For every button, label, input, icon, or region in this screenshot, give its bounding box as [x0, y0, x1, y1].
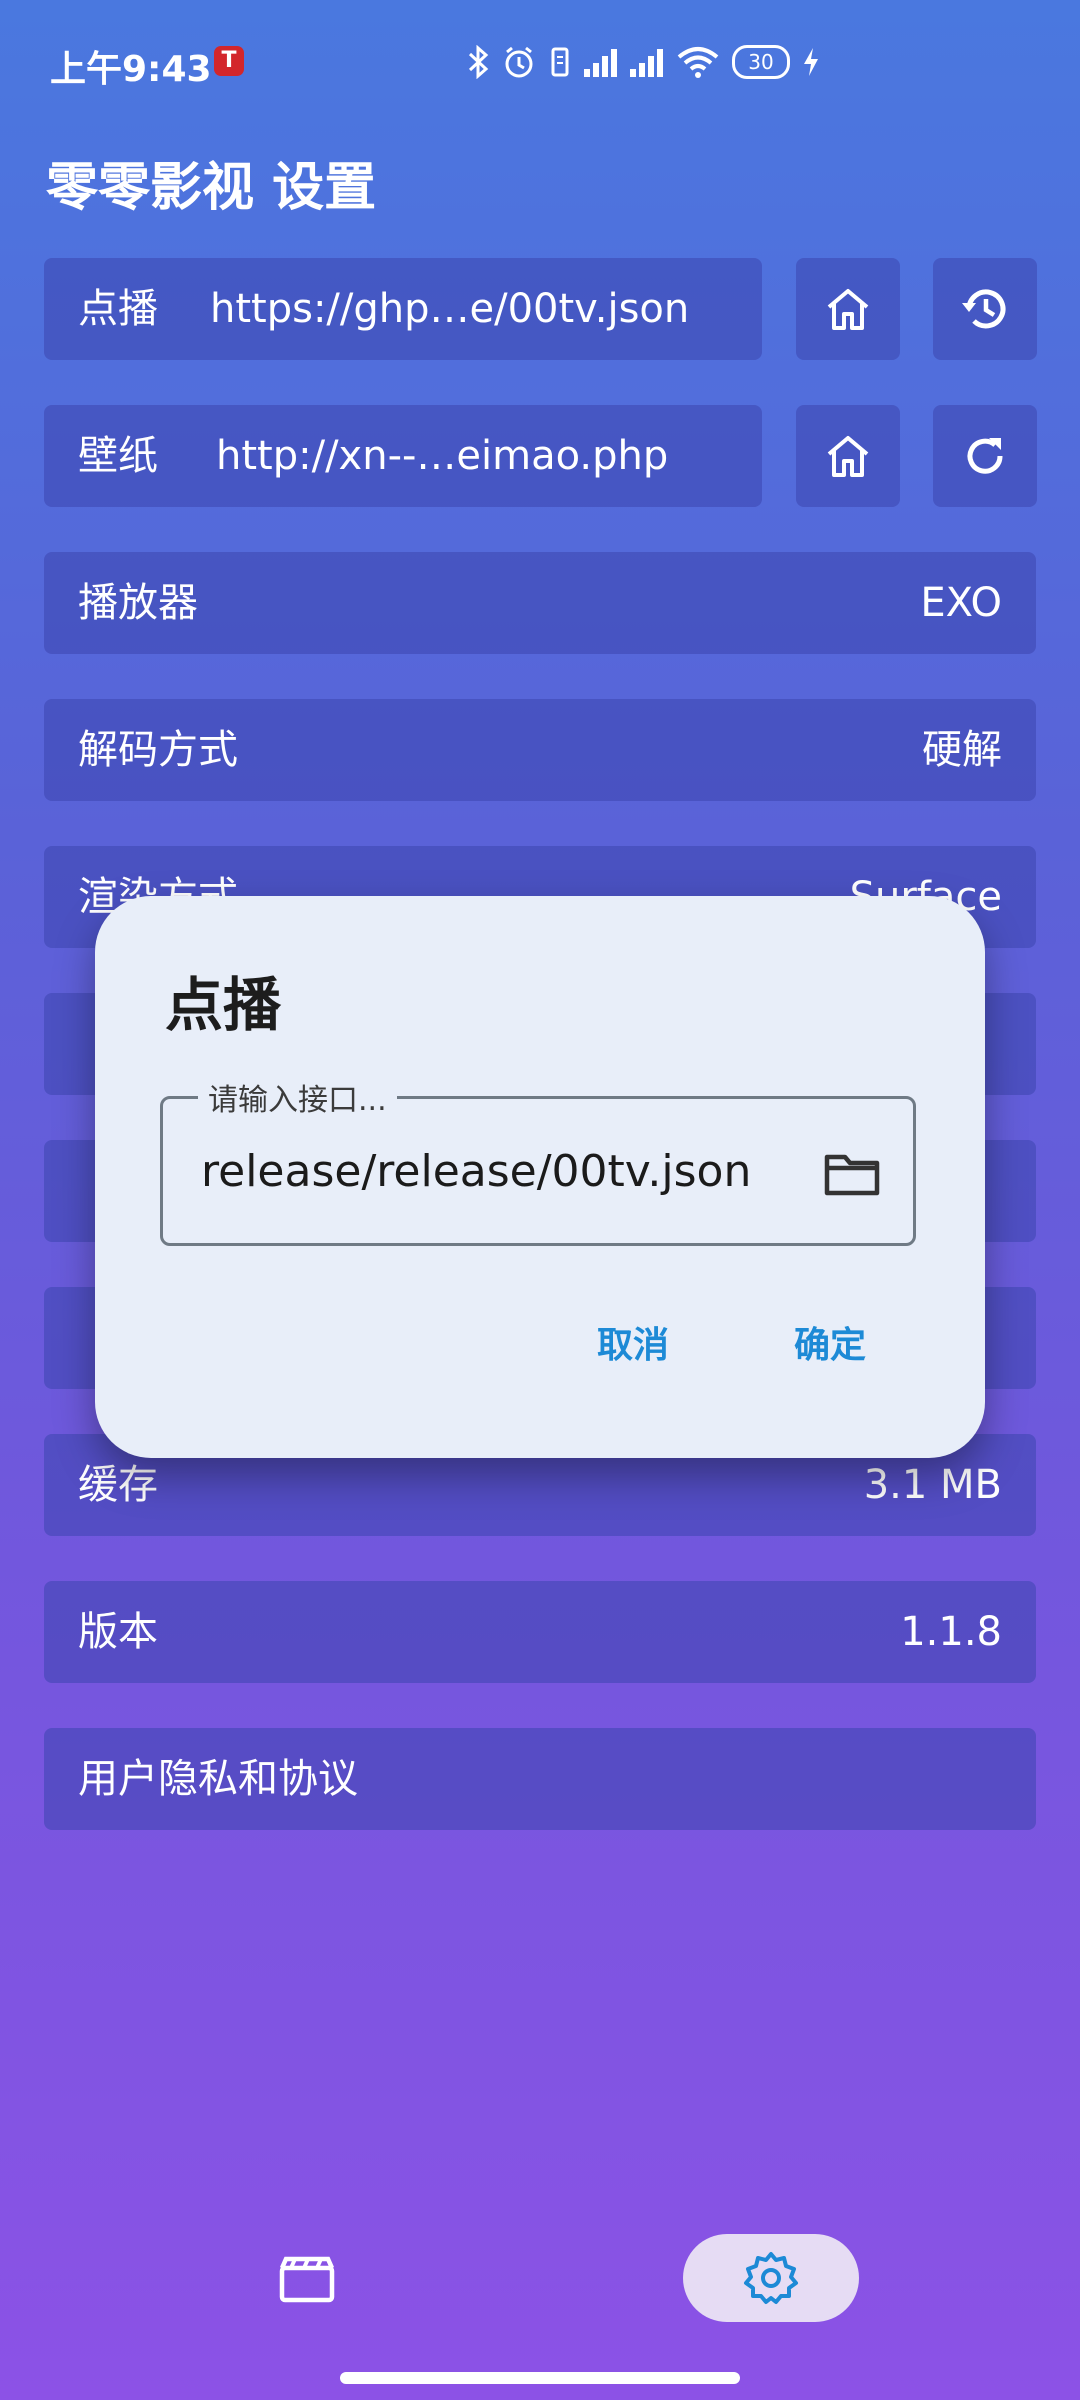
- film-icon[interactable]: [278, 2256, 336, 2304]
- confirm-button[interactable]: 确定: [794, 1316, 866, 1368]
- dialog-title: 点播: [165, 971, 282, 1039]
- cancel-button[interactable]: 取消: [597, 1316, 669, 1368]
- folder-icon[interactable]: [823, 1151, 881, 1197]
- api-url-field[interactable]: 请输入接口... release/release/00tv.json: [160, 1075, 916, 1246]
- vod-dialog: 点播 请输入接口... release/release/00tv.json 取消…: [95, 896, 985, 1458]
- home-indicator[interactable]: [340, 2372, 740, 2384]
- settings-icon: [744, 2252, 798, 2304]
- bottom-nav: [0, 2220, 1080, 2340]
- settings-tab[interactable]: [683, 2234, 859, 2322]
- field-value[interactable]: release/release/00tv.json: [201, 1099, 751, 1245]
